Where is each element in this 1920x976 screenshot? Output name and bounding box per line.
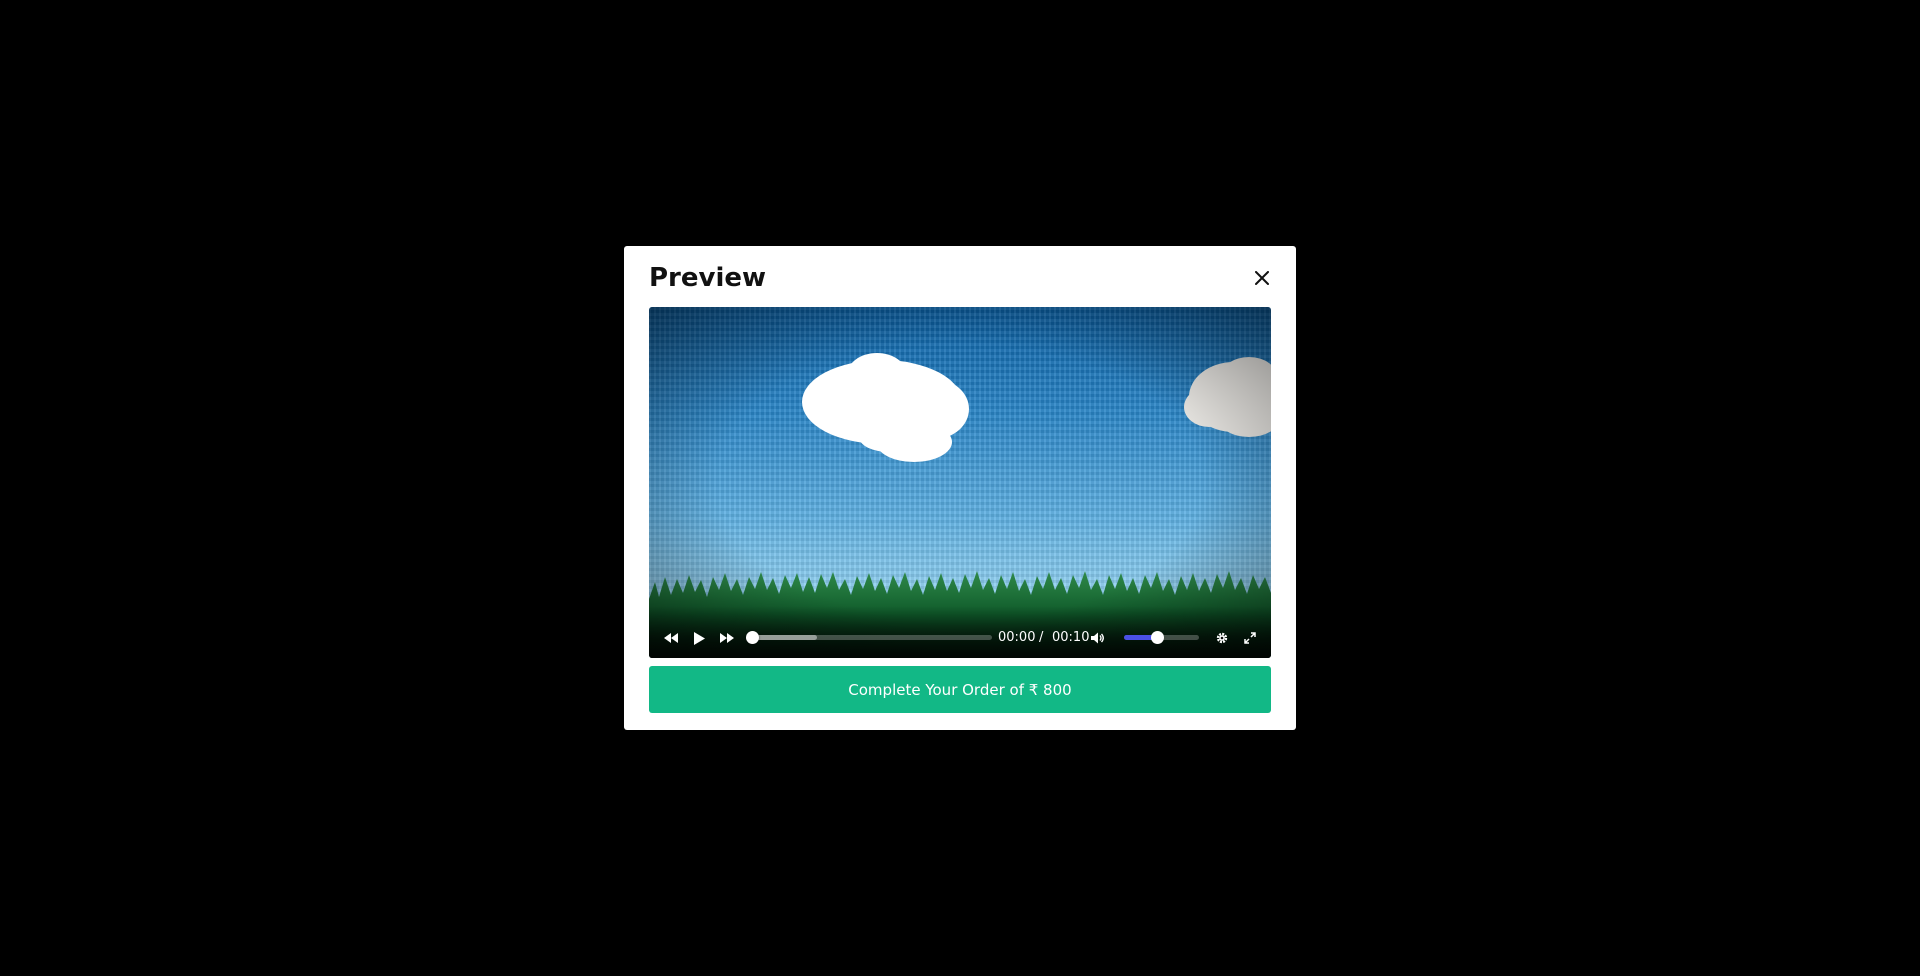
modal-title: Preview: [649, 263, 767, 293]
seek-bar-thumb[interactable]: [746, 631, 759, 644]
fast-forward-icon: [720, 633, 734, 643]
video-controls: 00:00 / 00:10: [649, 606, 1271, 658]
mute-button[interactable]: [1089, 629, 1107, 647]
gear-icon: [1216, 632, 1228, 644]
duration: 00:10: [1052, 630, 1090, 645]
fast-forward-button[interactable]: [718, 629, 736, 647]
seek-bar-buffered: [752, 635, 817, 640]
rewind-button[interactable]: [662, 629, 680, 647]
seek-bar[interactable]: [746, 631, 992, 644]
play-button[interactable]: [690, 629, 708, 647]
fullscreen-button[interactable]: [1241, 629, 1259, 647]
play-icon: [693, 631, 705, 645]
time-separator: /: [1039, 630, 1044, 645]
volume-slider-thumb[interactable]: [1151, 631, 1164, 644]
complete-order-button[interactable]: Complete Your Order of ₹ 800: [649, 666, 1271, 713]
settings-button[interactable]: [1213, 629, 1231, 647]
volume-slider[interactable]: [1124, 631, 1199, 644]
fullscreen-icon: [1244, 632, 1256, 644]
close-icon: [1255, 271, 1269, 285]
preview-modal: Preview 00:00 / 00:10 Complete Your Orde…: [624, 246, 1296, 730]
volume-icon: [1091, 632, 1104, 644]
rewind-icon: [664, 633, 678, 643]
video-player[interactable]: 00:00 / 00:10: [649, 307, 1271, 658]
close-button[interactable]: [1250, 266, 1274, 290]
current-time: 00:00: [998, 630, 1036, 645]
